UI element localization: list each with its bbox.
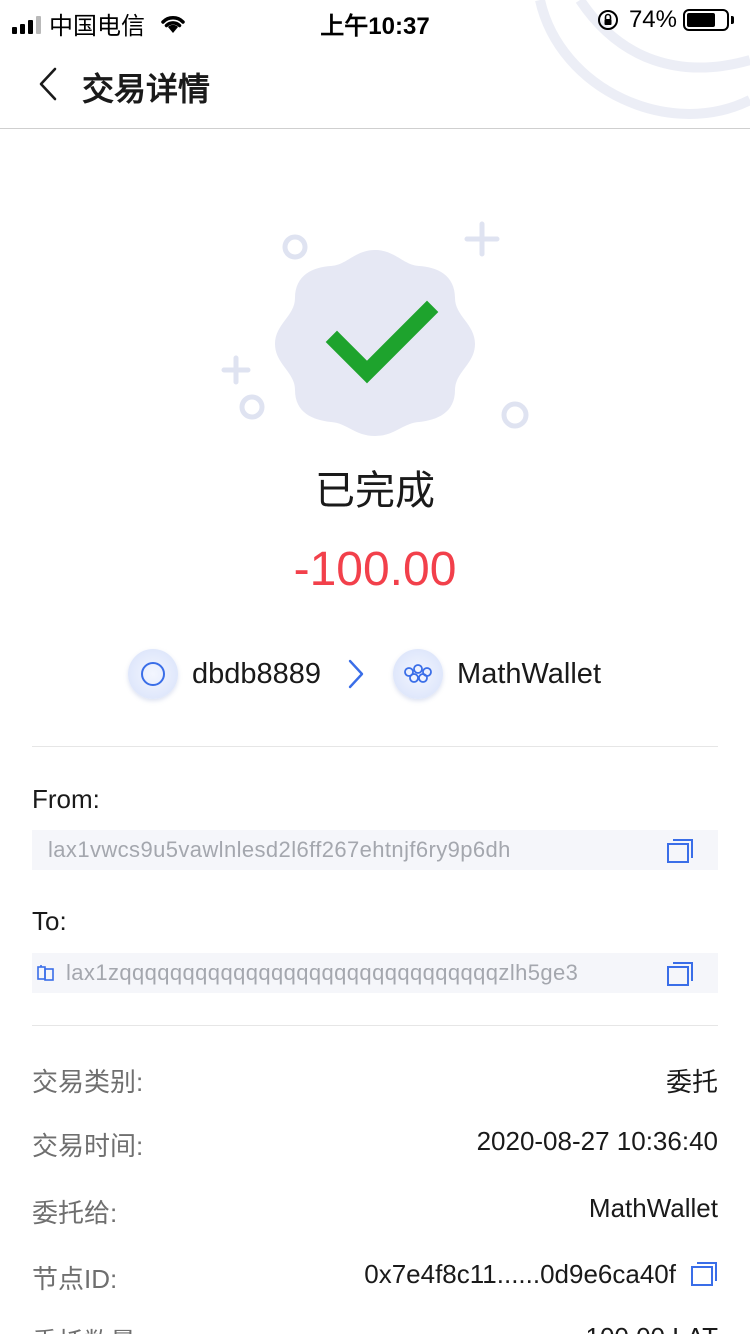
to-wallet-name: MathWallet: [457, 657, 601, 690]
success-illustration: [221, 221, 529, 436]
nav-bar: 交易详情: [0, 42, 750, 129]
from-wallet-name: dbdb8889: [192, 657, 322, 690]
battery-percent: 74%: [628, 6, 677, 33]
detail-row-time: 交易时间: 2020-08-27 10:36:40: [32, 1126, 718, 1166]
contract-icon: [37, 965, 54, 981]
wallet-icon: [128, 649, 178, 699]
detail-label: 委托数量: [32, 1322, 136, 1334]
detail-label: 节点ID:: [32, 1264, 118, 1294]
to-address-box: lax1zqqqqqqqqqqqqqqqqqqqqqqqqqqqqqqzlh5g…: [32, 953, 718, 993]
copy-icon[interactable]: [666, 961, 694, 987]
detail-label: 交易时间:: [32, 1131, 144, 1161]
badge-shape: [275, 250, 475, 436]
detail-label: 交易类别:: [32, 1067, 144, 1097]
page-title: 交易详情: [82, 71, 211, 107]
detail-row-delegate-to: 委托给: MathWallet: [32, 1193, 718, 1233]
transfer-summary: dbdb8889 MathWallet: [128, 644, 601, 704]
divider: [32, 746, 718, 747]
detail-value: 委托: [665, 1067, 718, 1097]
divider: [32, 1025, 718, 1026]
detail-label: 委托给:: [32, 1198, 118, 1228]
to-label: To:: [32, 906, 67, 936]
copy-icon[interactable]: [666, 838, 694, 864]
detail-row-amount: 委托数量 100.00 LAT: [32, 1322, 718, 1334]
transaction-status: 已完成: [315, 469, 435, 513]
detail-row-type: 交易类别: 委托: [32, 1062, 718, 1102]
rotation-lock-icon: [597, 10, 618, 30]
from-address-box: lax1vwcs9u5vawlnlesd2l6ff267ehtnjf6ry9p6…: [32, 830, 718, 870]
detail-value: 100.00 LAT: [585, 1322, 718, 1334]
detail-value: MathWallet: [588, 1193, 718, 1223]
status-bar: 中国电信 上午10:37 74%: [0, 0, 750, 42]
back-arrow-icon: [39, 67, 57, 101]
node-icon: [393, 649, 444, 699]
transaction-amount: -100.00: [293, 543, 457, 596]
copy-icon[interactable]: [690, 1261, 718, 1287]
back-button[interactable]: [28, 60, 68, 108]
battery-icon: [683, 9, 729, 31]
from-address: lax1vwcs9u5vawlnlesd2l6ff267ehtnjf6ry9p6…: [48, 837, 511, 862]
detail-value: 2020-08-27 10:36:40: [476, 1126, 718, 1156]
detail-value: 0x7e4f8c11......0d9e6ca40f: [364, 1259, 676, 1289]
detail-row-node-id: 节点ID: 0x7e4f8c11......0d9e6ca40f: [32, 1259, 718, 1299]
to-address: lax1zqqqqqqqqqqqqqqqqqqqqqqqqqqqqqqzlh5g…: [66, 960, 579, 985]
from-label: From:: [32, 784, 100, 814]
chevron-right-icon: [347, 658, 365, 690]
